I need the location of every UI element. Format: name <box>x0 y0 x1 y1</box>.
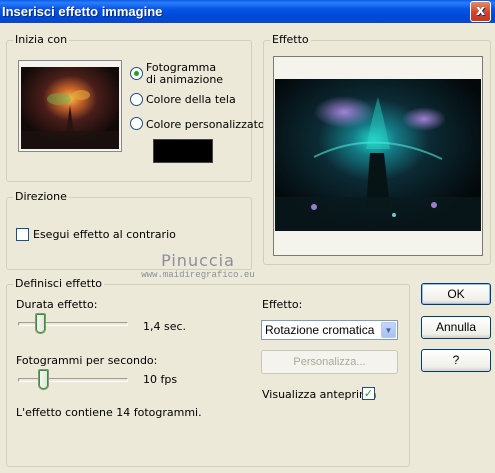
reverse-effect-checkbox[interactable] <box>16 228 29 241</box>
close-button[interactable]: x <box>470 1 491 22</box>
radio-canvas-color[interactable] <box>130 93 143 106</box>
start-group-label: Inizia con <box>13 33 70 47</box>
close-icon: x <box>475 3 486 19</box>
effect-type-label: Effetto: <box>262 298 303 311</box>
radio-custom-color[interactable] <box>130 117 143 130</box>
effect-type-select[interactable]: Rotazione cromatica ▼ <box>261 320 398 340</box>
reverse-effect-label: Esegui effetto al contrario <box>33 228 176 241</box>
ok-button[interactable]: OK <box>421 283 491 305</box>
fps-slider-thumb[interactable] <box>37 369 49 390</box>
effect-type-selected: Rotazione cromatica <box>265 323 375 337</box>
radio-custom-color-label: Colore personalizzato <box>146 118 265 131</box>
fps-value: 10 fps <box>143 373 178 386</box>
radio-canvas-color-label: Colore della tela <box>146 93 236 106</box>
fractal-thumbnail-image <box>21 67 119 149</box>
cancel-button[interactable]: Annulla <box>421 316 491 339</box>
direction-group-label: Direzione <box>13 190 69 204</box>
radio-animation-frame-label: Fotogramma di animazione <box>146 62 223 86</box>
radio-animation-frame[interactable] <box>130 67 143 80</box>
help-button[interactable]: ? <box>421 349 491 372</box>
define-effect-label: Definisci effetto <box>13 277 104 291</box>
start-frame-thumbnail <box>18 60 122 152</box>
chevron-down-icon[interactable]: ▼ <box>381 322 396 338</box>
define-effect-group: Definisci effetto <box>6 277 410 467</box>
preview-label: Visualizza anteprima <box>262 388 377 401</box>
duration-slider-thumb[interactable] <box>34 313 46 334</box>
custom-color-swatch[interactable] <box>153 139 213 163</box>
watermark-name: Pinuccia <box>161 251 235 270</box>
duration-value: 1,4 sec. <box>143 320 187 333</box>
fps-slider-track[interactable] <box>18 378 128 382</box>
effect-preview-label: Effetto <box>270 33 311 47</box>
fractal-preview-image <box>275 79 481 231</box>
fps-label: Fotogrammi per secondo: <box>16 354 158 367</box>
customize-button[interactable]: Personalizza... <box>261 350 398 374</box>
duration-label: Durata effetto: <box>16 298 98 311</box>
window-title: Inserisci effetto immagine <box>2 4 163 19</box>
effect-preview-panel <box>273 56 483 256</box>
title-bar: Inserisci effetto immagine x <box>0 0 495 23</box>
watermark: Pinuccia www.maidiregrafico.eu <box>128 252 268 281</box>
effect-info-text: L'effetto contiene 14 fotogrammi. <box>16 406 202 419</box>
radio-animation-frame-label-line2: di animazione <box>146 73 224 86</box>
watermark-url: www.maidiregrafico.eu <box>141 270 255 280</box>
preview-checkbox[interactable]: ✓ <box>362 387 375 400</box>
